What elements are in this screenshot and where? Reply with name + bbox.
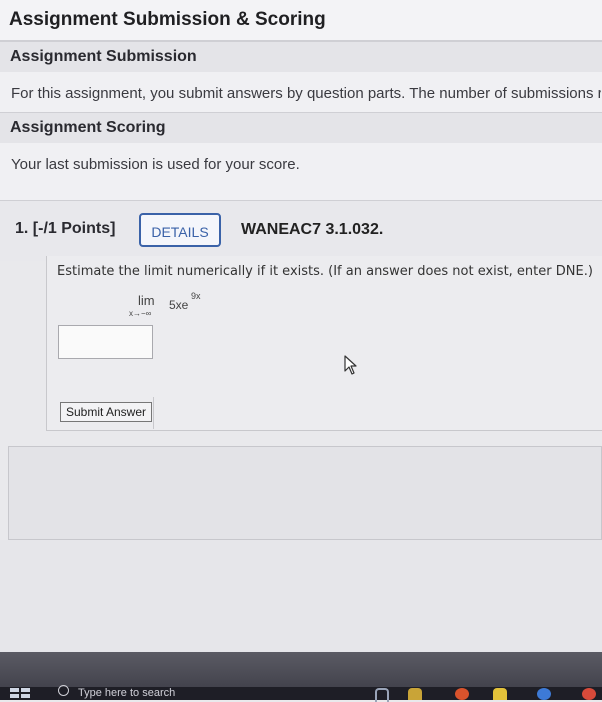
taskbar-app-icon-5[interactable]: [537, 688, 551, 700]
limit-subscript: x→−∞: [129, 309, 152, 318]
question-number: 1. [-/1 Points]: [15, 220, 116, 237]
limit-exponent: 9x: [191, 291, 201, 301]
taskbar-app-icon-2[interactable]: [408, 688, 422, 700]
taskbar-app-icon-3[interactable]: [455, 688, 469, 700]
page-title-bar: Assignment Submission & Scoring: [0, 0, 602, 41]
submission-heading-bar: Assignment Submission: [0, 41, 602, 73]
windows-start-icon[interactable]: [10, 688, 32, 698]
question-code: WANEAC7 3.1.032.: [241, 221, 384, 238]
submission-info: For this assignment, you submit answers …: [0, 72, 602, 112]
scoring-heading-bar: Assignment Scoring: [0, 112, 602, 144]
limit-word: lim: [138, 293, 155, 308]
submit-divider: [153, 397, 166, 429]
feedback-area: [8, 446, 602, 540]
submission-info-text: For this assignment, you submit answers …: [11, 85, 601, 102]
page-lower-area: [0, 540, 602, 652]
search-icon[interactable]: [58, 685, 69, 696]
scoring-info: Your last submission is used for your sc…: [0, 143, 602, 200]
limit-expression: 5xe: [169, 298, 189, 312]
submission-heading: Assignment Submission: [10, 48, 197, 65]
submit-answer-button[interactable]: Submit Answer: [60, 402, 152, 422]
scoring-info-text: Your last submission is used for your sc…: [11, 156, 300, 173]
mouse-cursor-icon: [344, 355, 357, 375]
taskbar-search-input[interactable]: Type here to search: [78, 687, 175, 699]
answer-input[interactable]: [58, 325, 153, 359]
scoring-heading: Assignment Scoring: [10, 119, 166, 136]
taskbar-app-icon-6[interactable]: [582, 688, 596, 700]
question-prompt: Estimate the limit numerically if it exi…: [57, 264, 593, 279]
details-button[interactable]: DETAILS: [139, 213, 221, 247]
taskbar-app-icon-4[interactable]: [493, 688, 507, 700]
page-title: Assignment Submission & Scoring: [9, 9, 326, 30]
